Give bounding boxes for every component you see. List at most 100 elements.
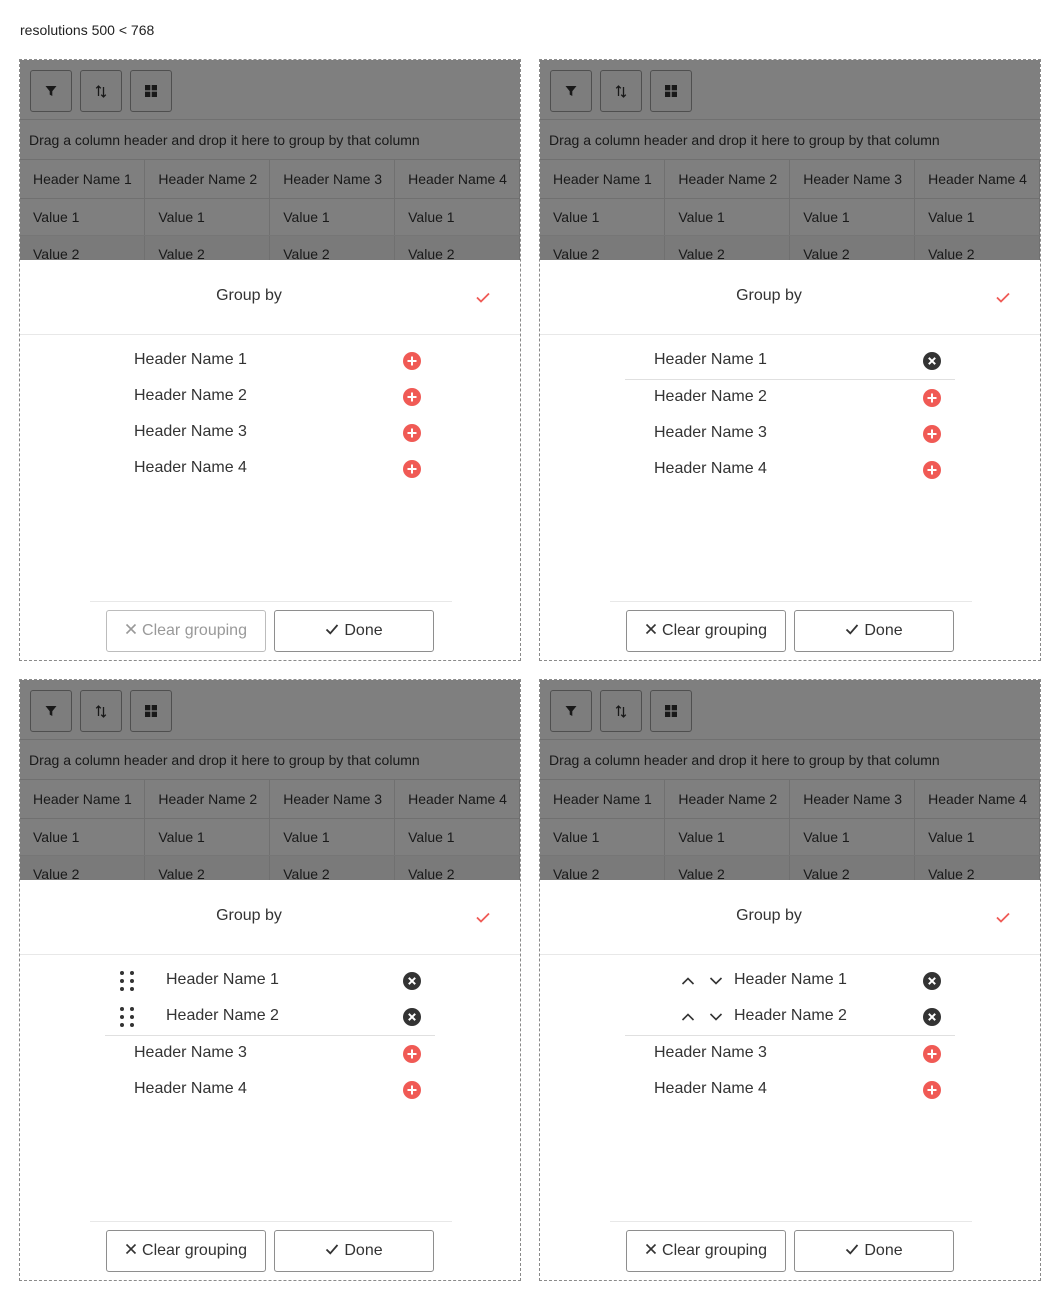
popup-title: Group by [216, 287, 282, 304]
data-grid: Drag a column header and drop it here to… [540, 680, 1040, 880]
group-by-popup: Group by Header Name 1 Header Name 2 Header… [540, 880, 1040, 1280]
group-by-panel: Drag a column header and drop it here to… [539, 679, 1041, 1281]
remove-icon[interactable] [923, 972, 941, 990]
data-grid: Drag a column header and drop it here to… [540, 60, 1040, 260]
move-up-icon[interactable] [681, 974, 695, 988]
modal-overlay[interactable] [540, 60, 1040, 260]
clear-grouping-button[interactable]: Clear grouping [626, 610, 786, 652]
modal-overlay[interactable] [20, 60, 520, 260]
add-icon[interactable] [403, 388, 421, 406]
group-column-list: Header Name 1 Header Name 2 Header Name 3 H… [105, 343, 435, 487]
column-name: Header Name 2 [654, 388, 767, 405]
remove-icon[interactable] [923, 352, 941, 370]
modal-overlay[interactable] [540, 680, 1040, 880]
remove-icon[interactable] [923, 1008, 941, 1026]
add-icon[interactable] [923, 1045, 941, 1063]
check-icon [845, 622, 859, 641]
done-button[interactable]: Done [274, 1230, 434, 1272]
data-grid: Drag a column header and drop it here to… [20, 60, 520, 260]
column-name: Header Name 1 [734, 971, 847, 988]
move-down-icon[interactable] [709, 1010, 723, 1024]
column-name: Header Name 3 [654, 424, 767, 441]
available-column-item: Header Name 3 [625, 1036, 955, 1072]
available-column-item: Header Name 4 [625, 1072, 955, 1108]
column-name: Header Name 2 [734, 1007, 847, 1024]
add-icon[interactable] [403, 1081, 421, 1099]
close-icon [645, 622, 657, 640]
group-by-panel: Drag a column header and drop it here to… [539, 59, 1041, 661]
column-name: Header Name 3 [134, 423, 247, 440]
clear-grouping-button[interactable]: Clear grouping [106, 1230, 266, 1272]
group-by-popup: Group by Header Name 1 Header Name 2 Header… [540, 260, 1040, 660]
check-icon[interactable] [995, 289, 1011, 305]
column-name: Header Name 4 [134, 1080, 247, 1097]
column-name: Header Name 4 [134, 459, 247, 476]
add-icon[interactable] [403, 1045, 421, 1063]
check-icon [845, 1242, 859, 1261]
done-button[interactable]: Done [794, 1230, 954, 1272]
column-name: Header Name 2 [166, 1007, 279, 1024]
done-label: Done [344, 622, 383, 639]
popup-title: Group by [736, 287, 802, 304]
add-icon[interactable] [403, 424, 421, 442]
add-icon[interactable] [923, 425, 941, 443]
modal-overlay[interactable] [20, 680, 520, 880]
done-button[interactable]: Done [274, 610, 434, 652]
done-button[interactable]: Done [794, 610, 954, 652]
column-name: Header Name 3 [654, 1044, 767, 1061]
column-name: Header Name 3 [134, 1044, 247, 1061]
move-down-icon[interactable] [709, 974, 723, 988]
available-column-item: Header Name 2 [105, 379, 435, 415]
column-name: Header Name 1 [654, 351, 767, 368]
add-icon[interactable] [923, 389, 941, 407]
remove-icon[interactable] [403, 1008, 421, 1026]
add-icon[interactable] [923, 1081, 941, 1099]
clear-grouping-label: Clear grouping [662, 1242, 767, 1259]
check-icon[interactable] [475, 289, 491, 305]
column-name: Header Name 2 [134, 387, 247, 404]
available-column-item: Header Name 4 [105, 451, 435, 487]
available-column-item: Header Name 3 [105, 415, 435, 451]
available-column-item: Header Name 2 [625, 380, 955, 416]
drag-handle-icon[interactable] [119, 970, 135, 992]
popup-footer: Clear grouping Done [610, 1221, 972, 1280]
popup-header: Group by [20, 260, 520, 335]
available-column-item: Header Name 3 [105, 1036, 435, 1072]
popup-header: Group by [20, 880, 520, 955]
grouped-column-item: Header Name 1 [625, 963, 955, 999]
remove-icon[interactable] [403, 972, 421, 990]
add-icon[interactable] [923, 461, 941, 479]
drag-handle-icon[interactable] [119, 1006, 135, 1028]
add-icon[interactable] [403, 460, 421, 478]
available-column-item: Header Name 1 [105, 343, 435, 379]
column-name: Header Name 4 [654, 1080, 767, 1097]
clear-grouping-button[interactable]: Clear grouping [626, 1230, 786, 1272]
done-label: Done [864, 622, 903, 639]
close-icon [645, 1242, 657, 1260]
add-icon[interactable] [403, 352, 421, 370]
close-icon [125, 1242, 137, 1260]
group-column-list: Header Name 1 Header Name 2 Header Name 3 H… [105, 963, 435, 1108]
popup-header: Group by [540, 260, 1040, 335]
column-name: Header Name 1 [166, 971, 279, 988]
grouped-column-item: Header Name 1 [625, 343, 955, 379]
done-label: Done [864, 1242, 903, 1259]
available-column-item: Header Name 4 [105, 1072, 435, 1108]
move-up-icon[interactable] [681, 1010, 695, 1024]
popup-title: Group by [216, 907, 282, 924]
popup-title: Group by [736, 907, 802, 924]
grouped-column-item: Header Name 2 [105, 999, 435, 1035]
popup-footer: Clear grouping Done [90, 1221, 452, 1280]
available-column-item: Header Name 4 [625, 452, 955, 488]
group-column-list: Header Name 1 Header Name 2 Header Name 3 H… [625, 343, 955, 488]
group-by-popup: Group by Header Name 1 Header Name 2 Header… [20, 880, 520, 1280]
group-column-list: Header Name 1 Header Name 2 Header Name 3 H… [625, 963, 955, 1108]
check-icon [325, 1242, 339, 1261]
clear-grouping-button[interactable]: Clear grouping [106, 610, 266, 652]
column-name: Header Name 4 [654, 460, 767, 477]
check-icon[interactable] [995, 909, 1011, 925]
done-label: Done [344, 1242, 383, 1259]
grouped-column-item: Header Name 2 [625, 999, 955, 1035]
check-icon [325, 622, 339, 641]
check-icon[interactable] [475, 909, 491, 925]
